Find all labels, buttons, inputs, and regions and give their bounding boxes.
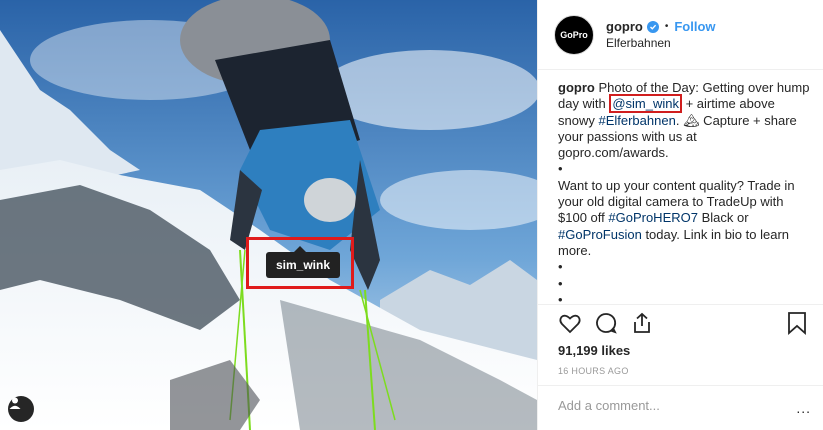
post-header: GoPro gopro • Follow Elferbahnen [538,0,823,70]
caption: gopro Photo of the Day: Getting over hum… [558,80,810,302]
photo-scene [0,0,537,430]
more-options-icon[interactable]: ... [796,400,811,416]
post-photo[interactable]: sim_wink [0,0,537,430]
bookmark-icon[interactable] [786,311,808,340]
comment-bubble-icon[interactable] [594,311,618,340]
hashtag-link[interactable]: #GoProFusion [558,227,642,242]
post-sidebar: GoPro gopro • Follow Elferbahnen gopro P… [537,0,823,430]
action-bar [558,311,808,337]
caption-text: . [675,112,684,128]
divider [538,304,823,305]
caption-paragraph: Want to up your content quality? Trade i… [558,178,810,259]
separator-dot: • [664,20,669,32]
instagram-post: sim_wink GoPro gopro • Follow Elferbahne… [0,0,823,430]
caption-bullet: • [558,161,563,177]
avatar[interactable]: GoPro [554,14,594,55]
mountain-emoji-icon: 🏔 [683,112,700,128]
header-text: gopro • Follow Elferbahnen [606,19,716,51]
avatar-logo-text: GoPro [560,29,588,40]
mention-link[interactable]: @sim_wink [609,94,682,114]
location-link[interactable]: Elferbahnen [606,35,716,51]
comment-input[interactable]: Add a comment... [558,398,660,413]
caption-username[interactable]: gopro [558,80,595,95]
hashtag-link[interactable]: #GoProHERO7 [608,210,698,225]
caption-bullet: • [558,291,563,302]
share-upload-icon[interactable] [630,311,654,340]
hashtag-link[interactable]: #Elferbahnen [598,113,675,128]
person-icon [9,397,21,409]
username-link[interactable]: gopro [606,19,643,35]
helmet [304,178,356,222]
caption-text: Black or [697,210,749,226]
like-heart-icon[interactable] [558,311,582,340]
caption-bullet: • [558,259,563,275]
user-tag-label[interactable]: sim_wink [266,246,341,278]
user-tags-button[interactable] [8,396,34,422]
verified-badge-icon [646,20,659,33]
header-row: gopro • Follow [606,19,716,35]
likes-count[interactable]: 91,199 likes [558,343,630,358]
post-timestamp[interactable]: 16 HOURS AGO [558,366,629,376]
caption-bullet: • [558,275,563,291]
follow-button[interactable]: Follow [674,19,715,35]
divider [538,385,823,386]
